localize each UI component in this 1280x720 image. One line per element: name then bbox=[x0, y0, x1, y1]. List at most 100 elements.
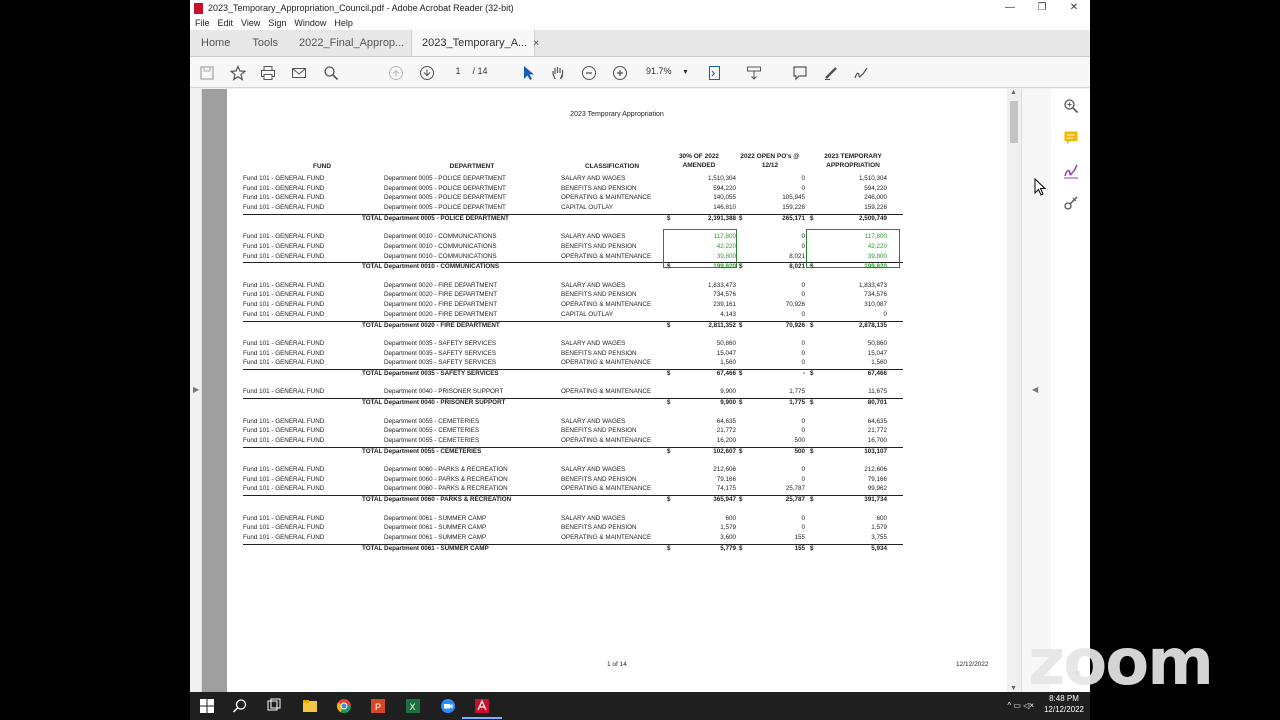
highlight-box-amended bbox=[663, 229, 737, 268]
cell-fund: Fund 101 - GENERAL FUND bbox=[243, 436, 325, 444]
page-number-input[interactable]: 1 bbox=[450, 66, 466, 76]
task-view-icon[interactable] bbox=[266, 698, 282, 714]
highlight-icon[interactable] bbox=[822, 64, 840, 82]
tab-doc-2023-temporary[interactable]: 2023_Temporary_A... × bbox=[411, 30, 539, 56]
comment-tool-icon[interactable] bbox=[1063, 130, 1079, 146]
menu-file[interactable]: File bbox=[195, 18, 210, 28]
excel-icon[interactable]: X bbox=[405, 698, 421, 714]
windows-start-icon[interactable] bbox=[199, 698, 215, 714]
document-area: 2023 Temporary Appropriation FUND DEPART… bbox=[202, 89, 1007, 692]
total-appropriation: 103,107 bbox=[864, 447, 887, 455]
cell-open-pos: 105,945 bbox=[782, 194, 805, 202]
tab-doc-2022-final[interactable]: 2022_Final_Approp... bbox=[289, 30, 411, 56]
page-up-icon[interactable] bbox=[387, 64, 405, 82]
tray-icons[interactable]: ^ ▭ ◁× bbox=[1007, 701, 1034, 710]
acrobat-window: 2023_Temporary_Appropriation_Council.pdf… bbox=[190, 0, 1090, 692]
cell-open-pos: 0 bbox=[801, 184, 805, 192]
cell-open-pos: 0 bbox=[801, 291, 805, 299]
zoom-select[interactable]: 91.7% ▼ bbox=[646, 66, 689, 76]
page-down-icon[interactable] bbox=[418, 64, 436, 82]
enhance-zoom-icon[interactable] bbox=[1063, 98, 1079, 114]
cell-classification: BENEFITS AND PENSION bbox=[561, 291, 637, 299]
menu-window[interactable]: Window bbox=[294, 18, 326, 28]
table-total-row: TOTAL Department 0060 - PARKS & RECREATI… bbox=[243, 495, 903, 505]
hand-icon[interactable] bbox=[549, 64, 567, 82]
acrobat-icon[interactable] bbox=[474, 698, 490, 714]
cell-appropriation: 1,560 bbox=[871, 359, 887, 367]
cell-appropriation: 15,047 bbox=[867, 349, 887, 357]
sign-icon[interactable] bbox=[852, 64, 870, 82]
cell-fund: Fund 101 - GENERAL FUND bbox=[243, 204, 325, 212]
taskbar-search-icon[interactable] bbox=[232, 698, 248, 714]
menu-view[interactable]: View bbox=[241, 18, 260, 28]
total-open-pos: 25,787 bbox=[785, 496, 805, 504]
maximize-button[interactable]: ❐ bbox=[1026, 0, 1058, 16]
close-window-button[interactable]: ✕ bbox=[1058, 0, 1090, 16]
cell-classification: OPERATING & MAINTENANCE bbox=[561, 359, 652, 367]
save-icon[interactable] bbox=[198, 64, 216, 82]
minimize-button[interactable]: — bbox=[994, 0, 1026, 16]
cell-amended: 594,220 bbox=[713, 184, 736, 192]
zoom-expand-icon[interactable]: ⇥ bbox=[1070, 666, 1080, 680]
cell-classification: OPERATING & MAINTENANCE bbox=[561, 388, 652, 396]
fit-page-icon[interactable] bbox=[706, 64, 724, 82]
tab-close-icon[interactable]: × bbox=[533, 38, 539, 49]
header-fund: FUND bbox=[312, 163, 332, 170]
powerpoint-icon[interactable]: P bbox=[370, 698, 386, 714]
cell-department: Department 0061 - SUMMER CAMP bbox=[384, 533, 487, 541]
menu-sign[interactable]: Sign bbox=[268, 18, 286, 28]
scroll-down-icon[interactable]: ▼ bbox=[1010, 685, 1017, 692]
fill-sign-icon[interactable] bbox=[1063, 163, 1079, 179]
cell-classification: CAPITAL OUTLAY bbox=[561, 204, 614, 212]
zoom-in-icon[interactable] bbox=[611, 64, 629, 82]
search-icon[interactable] bbox=[322, 64, 340, 82]
cell-department: Department 0060 - PARKS & RECREATION bbox=[384, 466, 508, 473]
cell-appropriation: 0 bbox=[883, 310, 887, 318]
file-explorer-icon[interactable] bbox=[302, 698, 318, 714]
cell-amended: 50,860 bbox=[716, 339, 736, 347]
cell-appropriation: 212,606 bbox=[864, 466, 887, 473]
tab-tools[interactable]: Tools bbox=[241, 30, 289, 56]
left-panel-toggle[interactable]: ▶ bbox=[190, 89, 202, 692]
zoom-out-icon[interactable] bbox=[580, 64, 598, 82]
table-row: Fund 101 - GENERAL FUND Department 0020 -… bbox=[243, 311, 903, 321]
total-label: TOTAL Department 0010 - COMMUNICATIONS bbox=[362, 263, 500, 271]
cell-classification: OPERATING & MAINTENANCE bbox=[561, 301, 652, 309]
cell-fund: Fund 101 - GENERAL FUND bbox=[243, 184, 325, 192]
cell-open-pos: 0 bbox=[801, 339, 805, 347]
system-clock[interactable]: 8:48 PM 12/12/2022 bbox=[1044, 694, 1084, 714]
bookmark-star-icon[interactable] bbox=[229, 64, 247, 82]
table-row: Fund 101 - GENERAL FUND Department 0005 -… bbox=[243, 204, 903, 214]
cell-appropriation: 11,675 bbox=[868, 388, 887, 396]
cell-department: Department 0055 - CEMETERIES bbox=[384, 417, 480, 425]
cell-department: Department 0040 - PRISONER SUPPORT bbox=[384, 388, 504, 396]
more-tools-icon[interactable] bbox=[1063, 195, 1079, 211]
menu-edit[interactable]: Edit bbox=[218, 18, 234, 28]
mouse-cursor-icon bbox=[1034, 177, 1047, 202]
vertical-scrollbar[interactable]: ▲ ▼ bbox=[1007, 89, 1021, 692]
currency-symbol: $ bbox=[667, 370, 671, 377]
scroll-up-icon[interactable]: ▲ bbox=[1010, 89, 1017, 96]
menu-help[interactable]: Help bbox=[334, 18, 353, 28]
scroll-mode-icon[interactable] bbox=[745, 64, 763, 82]
zoom-app-icon[interactable] bbox=[440, 698, 456, 714]
chrome-icon[interactable] bbox=[336, 698, 352, 714]
table-row: Fund 101 - GENERAL FUND Department 0055 -… bbox=[243, 437, 903, 447]
tab-home[interactable]: Home bbox=[190, 30, 241, 56]
cell-amended: 734,576 bbox=[713, 291, 736, 299]
cell-appropriation: 1,510,304 bbox=[858, 175, 887, 182]
cell-amended: 1,833,473 bbox=[707, 281, 736, 289]
email-icon[interactable] bbox=[290, 64, 308, 82]
select-cursor-icon[interactable] bbox=[519, 64, 537, 82]
cell-fund: Fund 101 - GENERAL FUND bbox=[243, 310, 325, 318]
print-icon[interactable] bbox=[259, 64, 277, 82]
cell-open-pos: 0 bbox=[801, 233, 805, 241]
table-row: Fund 101 - GENERAL FUND Department 0055 -… bbox=[243, 418, 903, 428]
cell-department: Department 0060 - PARKS & RECREATION bbox=[384, 475, 508, 483]
scrollbar-thumb[interactable] bbox=[1010, 101, 1018, 143]
comment-icon[interactable] bbox=[791, 64, 809, 82]
cell-fund: Fund 101 - GENERAL FUND bbox=[243, 524, 325, 532]
cell-department: Department 0010 - COMMUNICATIONS bbox=[384, 252, 497, 260]
cell-open-pos: 0 bbox=[801, 359, 805, 367]
title-bar: 2023_Temporary_Appropriation_Council.pdf… bbox=[190, 0, 1090, 16]
